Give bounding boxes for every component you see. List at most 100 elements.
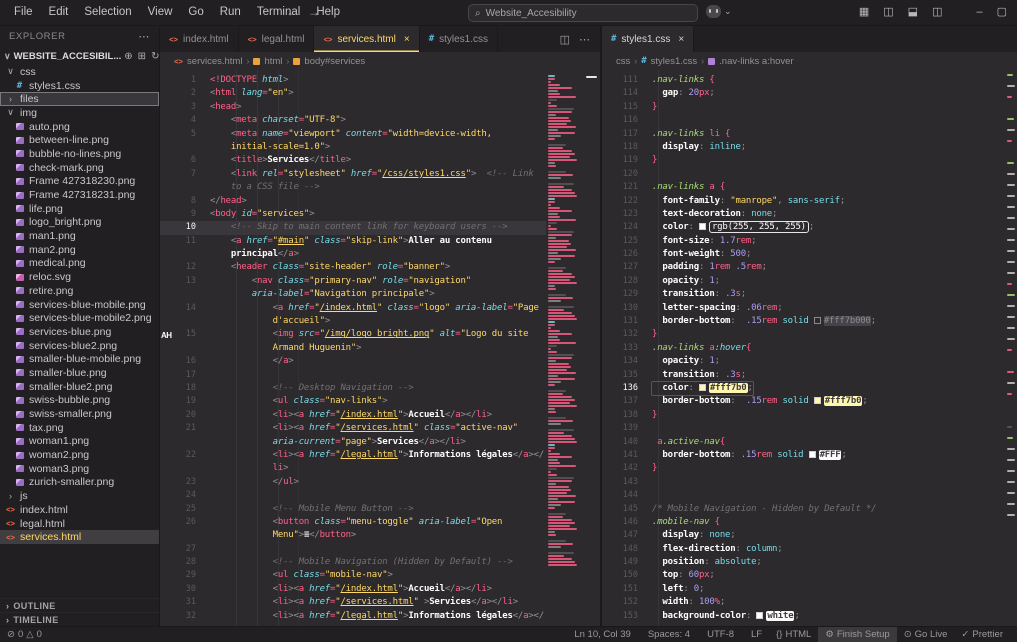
tree-item-styles1-css[interactable]: #styles1.css [0,79,159,93]
tree-item-reloc-svg[interactable]: reloc.svg [0,270,159,284]
close-icon[interactable]: × [404,34,410,45]
code-line[interactable]: initial-scale=1.0"> [160,141,600,154]
tree-item-swiss-bubble-png[interactable]: swiss-bubble.png [0,394,159,408]
timeline-section[interactable]: › TIMELINE [0,612,159,626]
copilot-badge[interactable]: ⌄ [706,5,732,18]
menu-item[interactable]: View [140,0,181,25]
breadcrumb-item[interactable]: services.html [187,56,242,67]
code-line[interactable]: 31 <li><a href="/services.html" >Service… [160,596,600,609]
explorer-more-icon[interactable]: ⋯ [138,30,150,43]
breadcrumb-item[interactable]: html [264,56,282,67]
tree-item-tax-png[interactable]: tax.png [0,421,159,435]
code-line[interactable]: 130 letter-spacing: .06rem; [602,302,1017,315]
code-line[interactable]: 136 color: #fff7b0; [602,382,1017,395]
code-line[interactable]: 144 [602,489,1017,502]
code-line[interactable]: 20 <li><a href="/index.html">Accueil</a>… [160,409,600,422]
code-line[interactable]: 14 <a href="/index.html" class="logo" ar… [160,302,600,315]
menu-item[interactable]: Run [212,0,249,25]
code-line[interactable]: 128 opacity: 1; [602,275,1017,288]
breadcrumb-item[interactable]: body#services [304,56,365,67]
code-line[interactable]: 26 <button class="menu-toggle" aria-labe… [160,516,600,529]
code-line[interactable]: 1<!DOCTYPE html> [160,74,600,87]
code-line[interactable]: AH15 <img src="/img/logo_bright.png" alt… [160,328,600,341]
code-line[interactable]: 153 background-color: white; [602,610,1017,623]
code-line[interactable]: 6 <title>Services</title> [160,154,600,167]
code-line[interactable]: 23 </ul> [160,476,600,489]
code-line[interactable]: principal</a> [160,248,600,261]
tree-item-services-html[interactable]: <>services.html [0,530,159,544]
code-line[interactable]: 115} [602,101,1017,114]
status-item[interactable]: ✓ Prettier [954,627,1010,642]
code-editor-services-html[interactable]: 1<!DOCTYPE html>2<html lang="en">3<head>… [160,70,600,626]
status-item[interactable]: Ln 10, Col 39 [564,627,638,642]
toggle-panel-icon[interactable]: ⬓ [908,0,918,25]
scrollbar-handle[interactable] [586,76,597,78]
code-line[interactable]: 126 font-weight: 500; [602,248,1017,261]
tree-item-woman2-png[interactable]: woman2.png [0,448,159,462]
tree-item-swiss-smaller-png[interactable]: swiss-smaller.png [0,407,159,421]
code-line[interactable]: 28 <!-- Mobile Navigation (Hidden by Def… [160,556,600,569]
code-line[interactable]: 9<body id="services"> [160,208,600,221]
code-line[interactable]: 119} [602,154,1017,167]
restore-icon[interactable]: ▢ [997,0,1007,25]
code-line[interactable]: 10 <!-- Skip to main content link for ke… [160,221,546,234]
tree-item-services-blue-png[interactable]: services-blue.png [0,325,159,339]
code-line[interactable]: 122 font-family: "manrope", sans-serif; [602,195,1017,208]
code-line[interactable]: li> [160,462,600,475]
code-line[interactable]: 127 padding: 1rem .5rem; [602,261,1017,274]
tab-index-html[interactable]: <> index.html [160,26,239,52]
status-item[interactable]: UTF-8 [697,627,741,642]
code-line[interactable]: 22 <li><a href="/legal.html">Information… [160,449,600,462]
code-line[interactable]: 21 <li><a href="/services.html" class="a… [160,422,600,435]
minimap[interactable] [547,73,583,626]
tree-item-logo-bright-png[interactable]: logo_bright.png [0,216,159,230]
code-line[interactable]: 2<html lang="en"> [160,87,600,100]
code-line[interactable]: 11 <a href="#main" class="skip-link">All… [160,235,600,248]
tree-item-services-blue-mobile-png[interactable]: services-blue-mobile.png [0,298,159,312]
code-line[interactable]: 19 <ul class="nav-links"> [160,395,600,408]
tree-item-smaller-blue2-png[interactable]: smaller-blue2.png [0,380,159,394]
code-line[interactable]: 111.nav-links { [602,74,1017,87]
code-line[interactable]: 135 transition: .3s; [602,369,1017,382]
breadcrumb-item[interactable]: styles1.css [651,56,697,67]
code-line[interactable]: 142} [602,462,1017,475]
status-item[interactable]: LF [741,627,769,642]
menu-item[interactable]: Edit [41,0,77,25]
new-folder-icon[interactable]: ⊞ [138,51,146,62]
code-line[interactable]: 151 left: 0; [602,583,1017,596]
tree-item-img[interactable]: ∨img [0,106,159,120]
code-line[interactable]: 8</head> [160,195,600,208]
tree-item-medical-png[interactable]: medical.png [0,257,159,271]
code-line[interactable]: 27 [160,543,600,556]
tree-item-services-blue-mobile2-png[interactable]: services-blue-mobile2.png [0,311,159,325]
customize-layout-icon[interactable]: ▦ [859,0,869,25]
tree-item-woman3-png[interactable]: woman3.png [0,462,159,476]
code-line[interactable]: 17 [160,369,600,382]
code-line[interactable]: 124 color: rgb(255, 255, 255); [602,221,1017,234]
tree-item-legal-html[interactable]: <>legal.html [0,517,159,531]
code-line[interactable]: 3<head> [160,101,600,114]
code-line[interactable]: 25 <!-- Mobile Menu Button --> [160,503,600,516]
code-line[interactable]: 4 <meta charset="UTF-8"> [160,114,600,127]
tree-item-css[interactable]: ∨css [0,65,159,79]
tree-item-frame-427318231-png[interactable]: Frame 427318231.png [0,188,159,202]
status-item[interactable]: ⊙ Go Live [897,627,955,642]
code-line[interactable]: 18 <!-- Desktop Navigation --> [160,382,600,395]
code-line[interactable]: 139 [602,422,1017,435]
tree-item-smaller-blue-mobile-png[interactable]: smaller-blue-mobile.png [0,352,159,366]
code-line[interactable]: Armand Huguenin"> [160,342,600,355]
status-item[interactable]: ⚙ Finish Setup [818,627,896,642]
tree-item-auto-png[interactable]: auto.png [0,120,159,134]
tree-item-zurich-smaller-png[interactable]: zurich-smaller.png [0,476,159,490]
code-line[interactable]: 131 border-bottom: .15rem solid #fff7b00… [602,315,1017,328]
tree-item-retire-png[interactable]: retire.png [0,284,159,298]
code-line[interactable]: 148 flex-direction: column; [602,543,1017,556]
code-line[interactable]: 116 [602,114,1017,127]
code-line[interactable]: 121.nav-links a { [602,181,1017,194]
code-line[interactable]: 24 [160,489,600,502]
code-line[interactable]: 133.nav-links a:hover{ [602,342,1017,355]
menu-item[interactable]: Selection [76,0,139,25]
code-line[interactable]: to a CSS file --> [160,181,600,194]
code-line[interactable]: 134 opacity: 1; [602,355,1017,368]
code-line[interactable]: 32 <li><a href="/legal.html">Information… [160,610,600,623]
